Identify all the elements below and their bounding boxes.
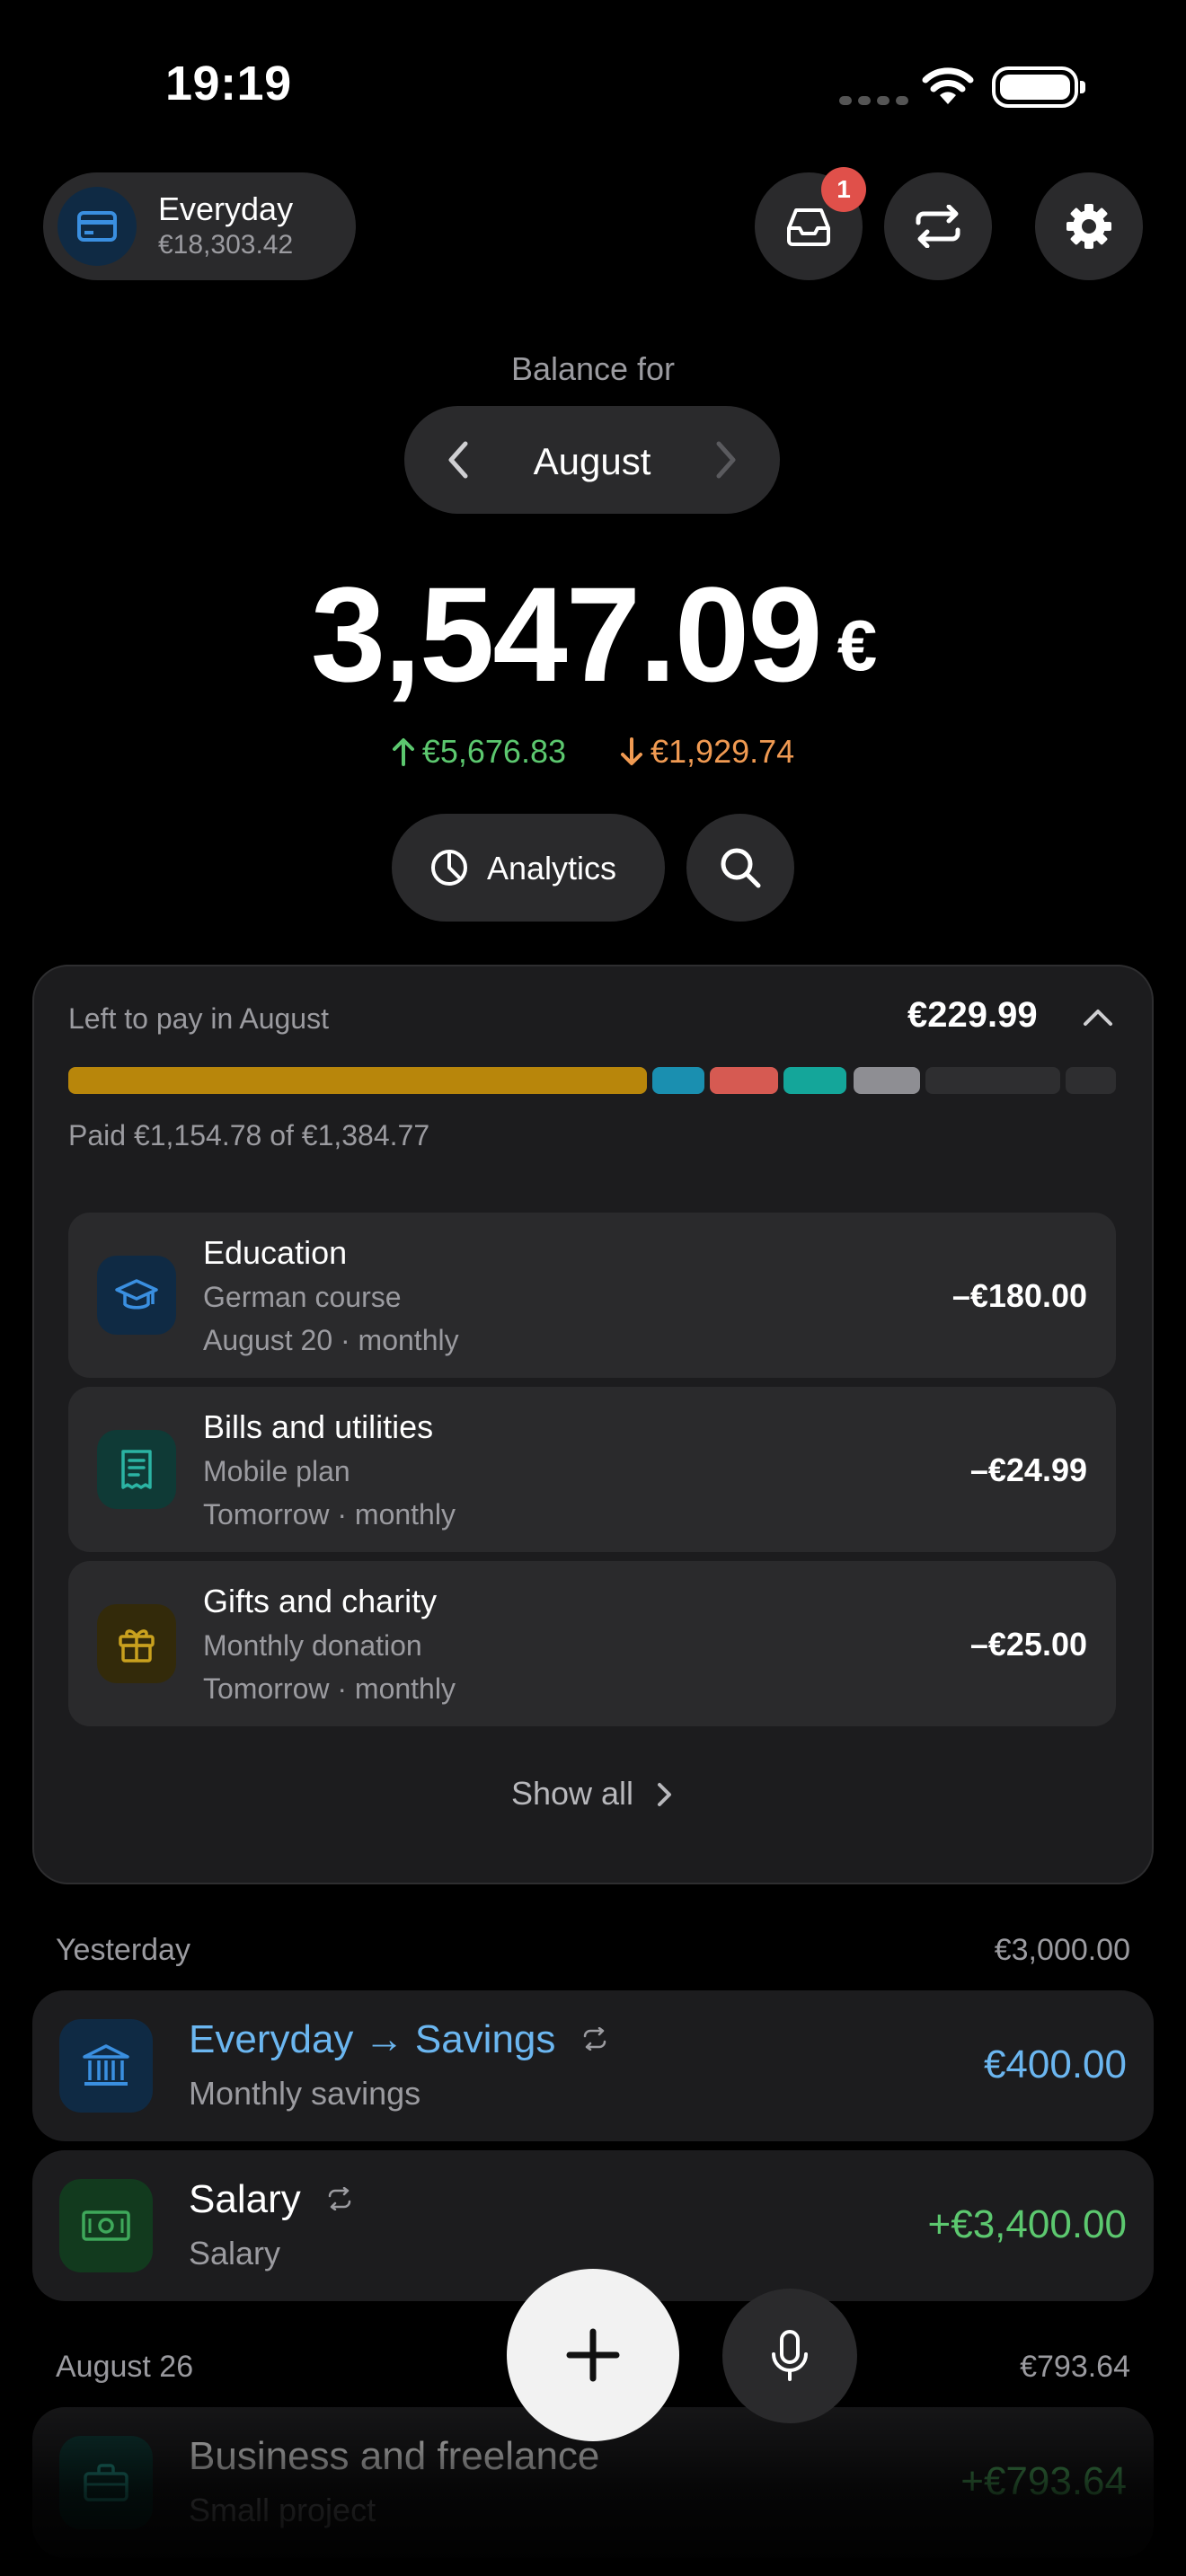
search-button[interactable] xyxy=(686,814,794,922)
expense-total: €1,929.74 xyxy=(620,733,794,770)
cellular-signal-icon xyxy=(839,96,908,105)
balance-label: Balance for xyxy=(510,350,676,387)
transaction-row[interactable]: Everyday → Savings Monthly savings €400.… xyxy=(32,1990,1154,2141)
progress-segment xyxy=(1066,1067,1116,1094)
transaction-amount: +€793.64 xyxy=(960,2459,1127,2503)
payment-amount: –€25.00 xyxy=(969,1626,1087,1663)
payment-subtitle: Mobile plan xyxy=(203,1455,350,1487)
section-date: August 26 xyxy=(56,2350,194,2384)
payment-amount: –€180.00 xyxy=(951,1277,1087,1314)
transaction-title: Salary xyxy=(189,2177,353,2222)
bank-icon xyxy=(59,2019,153,2113)
paid-summary: Paid €1,154.78 of €1,384.77 xyxy=(68,1119,430,1151)
month-selector: August xyxy=(404,406,780,514)
inbox-badge: 1 xyxy=(821,167,866,212)
transfer-button[interactable] xyxy=(884,172,992,280)
payment-title: Bills and utilities xyxy=(203,1408,434,1445)
plus-icon xyxy=(566,2328,620,2382)
receipt-icon xyxy=(97,1430,176,1509)
progress-segment xyxy=(783,1067,846,1094)
pie-chart-icon xyxy=(431,850,467,886)
left-to-pay-title: Left to pay in August xyxy=(68,1002,329,1035)
chevron-right-icon xyxy=(658,1783,672,1806)
voice-input-button[interactable] xyxy=(722,2289,857,2423)
payment-title: Gifts and charity xyxy=(203,1583,438,1619)
transaction-subtitle: Monthly savings xyxy=(189,2075,421,2112)
transaction-title-text: Everyday → Savings xyxy=(189,2017,556,2061)
add-transaction-button[interactable] xyxy=(507,2269,679,2441)
banknote-icon xyxy=(59,2179,153,2272)
progress-segment xyxy=(925,1067,1060,1094)
arrow-up-icon xyxy=(392,738,414,766)
payment-schedule: August 20 · monthly xyxy=(203,1324,459,1356)
show-all-button[interactable]: Show all xyxy=(0,1775,1186,1813)
recurring-icon xyxy=(583,2026,606,2051)
payment-subtitle: German course xyxy=(203,1281,402,1313)
balance-value: 3,547.09 xyxy=(310,559,823,710)
battery-icon xyxy=(992,66,1085,108)
balance-amount: 3,547.09 € xyxy=(0,557,1186,712)
transaction-title: Everyday → Savings xyxy=(189,2017,608,2062)
income-expense-summary: €5,676.83 €1,929.74 xyxy=(0,733,1186,771)
search-icon xyxy=(721,848,761,888)
progress-segment xyxy=(68,1067,647,1094)
progress-segment xyxy=(854,1067,920,1094)
chevron-up-icon[interactable] xyxy=(1082,1004,1114,1029)
upcoming-payment-row[interactable]: Education German course August 20 · mont… xyxy=(68,1213,1116,1378)
transaction-title-text: Salary xyxy=(189,2177,301,2221)
expense-amount: €1,929.74 xyxy=(651,733,795,770)
analytics-button[interactable]: Analytics xyxy=(392,814,665,922)
section-total: €3,000.00 xyxy=(994,1933,1130,1967)
transaction-subtitle: Small project xyxy=(189,2492,376,2528)
analytics-label: Analytics xyxy=(487,850,617,887)
arrow-down-icon xyxy=(621,737,642,765)
upcoming-payment-row[interactable]: Gifts and charity Monthly donation Tomor… xyxy=(68,1561,1116,1726)
section-total: €793.64 xyxy=(1020,2350,1130,2384)
inbox-icon xyxy=(787,208,830,246)
income-total: €5,676.83 xyxy=(392,733,575,770)
transaction-subtitle: Salary xyxy=(189,2235,281,2272)
briefcase-icon xyxy=(59,2436,153,2529)
account-switcher[interactable]: Everyday €18,303.42 xyxy=(43,172,356,280)
transfer-arrows-icon xyxy=(916,205,960,248)
progress-segment xyxy=(652,1067,704,1094)
microphone-icon xyxy=(772,2330,808,2381)
transaction-amount: €400.00 xyxy=(983,2042,1127,2086)
status-time: 19:19 xyxy=(165,57,292,110)
progress-segment xyxy=(710,1067,778,1094)
settings-button[interactable] xyxy=(1035,172,1143,280)
income-amount: €5,676.83 xyxy=(421,733,566,770)
payment-subtitle: Monthly donation xyxy=(203,1629,422,1662)
payment-title: Education xyxy=(203,1234,348,1271)
balance-currency: € xyxy=(836,605,877,685)
chevron-right-icon[interactable] xyxy=(712,440,739,480)
transaction-amount: +€3,400.00 xyxy=(927,2202,1127,2246)
upcoming-payment-row[interactable]: Bills and utilities Mobile plan Tomorrow… xyxy=(68,1387,1116,1552)
transaction-title: Business and freelance xyxy=(189,2434,600,2478)
payment-schedule: Tomorrow · monthly xyxy=(203,1672,456,1705)
section-date: Yesterday xyxy=(56,1933,190,1967)
payment-amount: –€24.99 xyxy=(969,1451,1087,1488)
recurring-icon xyxy=(328,2186,351,2211)
card-icon xyxy=(58,187,137,266)
gear-icon xyxy=(1067,204,1111,249)
gift-icon xyxy=(97,1604,176,1683)
inbox-button[interactable]: 1 xyxy=(755,167,866,280)
account-balance: €18,303.42 xyxy=(158,230,294,260)
left-to-pay-amount: €229.99 xyxy=(907,995,1038,1035)
show-all-label: Show all xyxy=(510,1775,634,1812)
wifi-icon xyxy=(922,67,974,104)
account-name: Everyday xyxy=(158,190,294,227)
graduation-cap-icon xyxy=(97,1256,176,1335)
payment-schedule: Tomorrow · monthly xyxy=(203,1498,456,1531)
